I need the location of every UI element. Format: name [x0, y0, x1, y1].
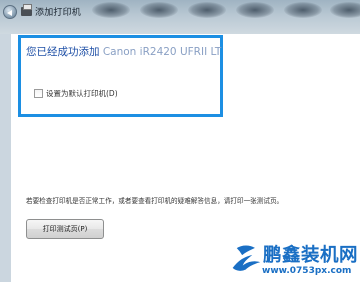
set-default-label[interactable]: 设置为默认打印机(D) [46, 88, 118, 99]
set-default-checkbox[interactable] [34, 89, 43, 98]
blurred-background [140, 2, 178, 18]
printer-icon [21, 4, 32, 16]
window-titlebar: 添加打印机 [0, 0, 360, 34]
print-test-page-button[interactable]: 打印测试页(P) [26, 219, 104, 239]
headline-text: 您已经成功添加 [26, 46, 100, 58]
back-arrow-icon[interactable] [3, 5, 17, 19]
success-headline: 您已经成功添加 Canon iR2420 UFRII LT [26, 44, 221, 59]
blurred-background [236, 2, 274, 18]
blurred-background [330, 2, 360, 18]
blurred-background [284, 2, 322, 18]
blurred-background [92, 2, 130, 18]
test-page-hint: 若要检查打印机是否正常工作，或者要查看打印机的疑难解答信息，请打印一张测试页。 [26, 197, 284, 205]
window-title: 添加打印机 [35, 8, 82, 18]
blurred-background [188, 2, 226, 18]
printer-name: Canon iR2420 UFRII LT [99, 46, 222, 58]
